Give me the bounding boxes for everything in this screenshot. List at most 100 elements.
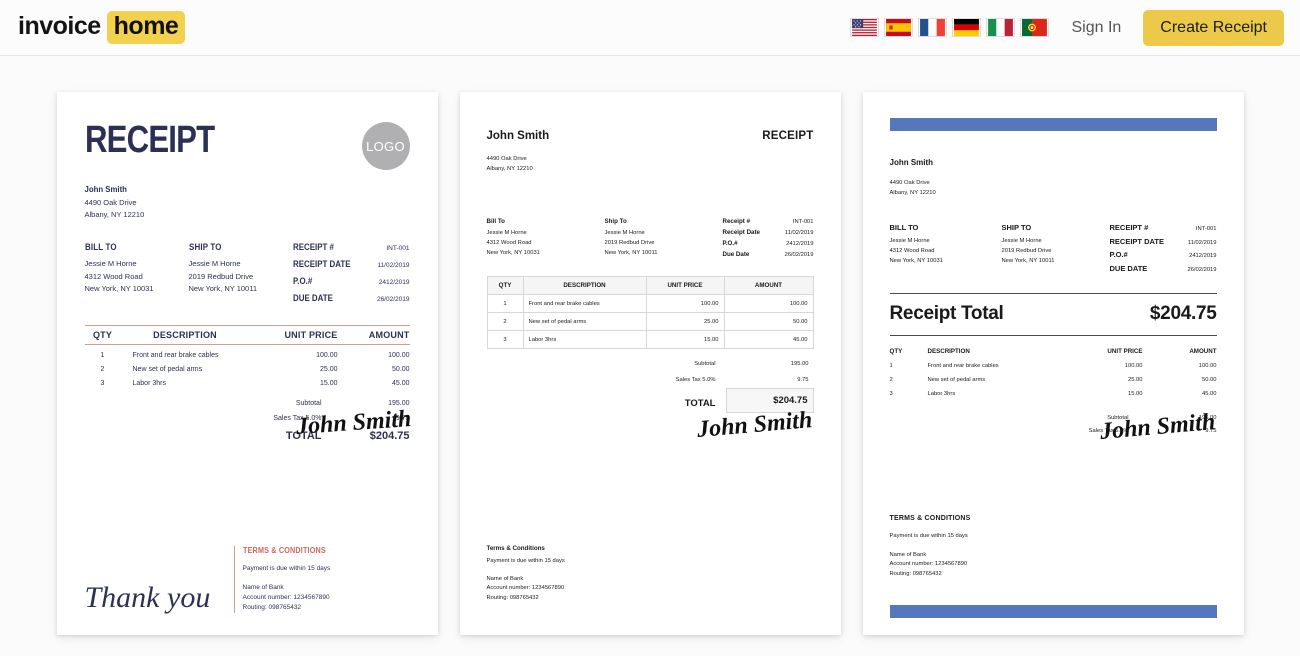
receipt-date-value: 11/02/2019 [784,230,814,237]
cell-qty: 2 [100,366,105,374]
header-description: DESCRIPTION [927,348,970,356]
cell-unit-price: 15.00 [1127,391,1143,398]
cell-unit-price: 25.00 [646,313,725,332]
table-row: 2 New set of pedal arms 25.00 50.00 [487,313,813,332]
meta-row-receipt-number: Receipt # INT-001 [723,218,814,225]
cell-description: New set of pedal arms [927,377,986,384]
bill-to-block: BILL TO Jessie M Horne 4312 Wood Road Ne… [85,240,189,308]
sign-in-link[interactable]: Sign In [1071,19,1121,37]
cell-amount: 45.00 [1201,391,1217,398]
cell-amount: 100.00 [724,295,813,314]
cell-qty: 1 [487,295,524,314]
cell-description: Front and rear brake cables [927,363,999,370]
cell-description: Labor 3hrs [927,391,956,398]
table-row: 1 Front and rear brake cables 100.00 100… [487,295,813,314]
header-description: DESCRIPTION [153,330,217,341]
bill-to-address-2: New York, NY 10031 [84,283,154,293]
template-gallery: RECEIPT LOGO John Smith 4490 Oak Drive A… [0,56,1300,635]
bill-to-address-1: 4312 Wood Road [486,240,532,247]
cell-unit-price: 15.00 [319,380,338,388]
terms-payment-note: Payment is due within 15 days [486,558,565,565]
receipt-meta-block: RECEIPT # INT-001 RECEIPT DATE 11/02/201… [1110,223,1217,277]
receipt-number-value: INT-001 [386,244,410,252]
tax-row: Sales Tax 5.0% 9.75 [487,372,814,388]
meta-row-receipt-date: RECEIPT DATE 11/02/2019 [1110,237,1217,246]
header-qty: QTY [889,348,903,356]
receipt-number-label: Receipt # [722,218,751,226]
table-row: 3 Labor 3hrs 15.00 45.00 [487,331,813,350]
flag-germany-icon[interactable] [952,18,982,37]
cell-description: Front and rear brake cables [523,295,647,314]
cell-unit-price: 25.00 [319,366,338,374]
receipt-template-card-1[interactable]: RECEIPT LOGO John Smith 4490 Oak Drive A… [56,92,438,635]
subtotal-row: Subtotal 195.00 [85,400,410,407]
cell-qty: 1 [889,363,893,370]
due-date-value: 26/02/2019 [1187,266,1217,273]
table-header-row: QTY DESCRIPTION UNIT PRICE AMOUNT [487,277,813,296]
language-flag-list [850,18,1050,37]
header-unit-price: UNIT PRICE [1107,348,1143,356]
flag-portugal-icon[interactable] [1020,18,1050,37]
flag-italy-icon[interactable] [986,18,1016,37]
receipt-number-value: INT-001 [1195,226,1217,233]
meta-row-receipt-date: Receipt Date 11/02/2019 [723,229,814,236]
due-date-value: 26/02/2019 [376,296,410,304]
meta-row-receipt-number: RECEIPT # INT-001 [1110,223,1217,232]
cell-qty: 1 [100,352,105,360]
create-receipt-button[interactable]: Create Receipt [1143,9,1284,46]
bill-to-name: Jessie M Horne [889,238,930,245]
meta-row-due-date: DUE DATE 26/02/2019 [293,291,410,306]
flag-france-icon[interactable] [918,18,948,37]
bill-to-name: Jessie M Horne [486,230,527,237]
cell-amount: 50.00 [391,366,410,374]
terms-payment-note: Payment is due within 15 days [889,533,968,540]
table-row: 2 New set of pedal arms 25.00 50.00 [890,377,1217,383]
sender-address-2: Albany, NY 12210 [889,190,936,197]
terms-heading: TERMS & CONDITIONS [889,515,971,523]
meta-row-po-number: P.O.# 2412/2019 [1110,250,1217,259]
sender-name: John Smith [84,185,127,194]
table-row: 1 Front and rear brake cables 100.00 100… [85,345,410,359]
sender-address-2: Albany, NY 12210 [84,209,145,219]
template2-line-items-table: QTY DESCRIPTION UNIT PRICE AMOUNT 1 Fron… [486,276,814,350]
po-number-value: 2412/2019 [786,241,814,248]
tax-value: 9.75 [797,377,809,384]
cell-unit-price: 25.00 [1127,377,1143,384]
cell-qty: 2 [889,377,893,384]
header-actions: Sign In Create Receipt [850,9,1284,46]
terms-payment-note: Payment is due within 15 days [242,564,331,572]
receipt-number-label: RECEIPT # [292,241,334,252]
header-amount: AMOUNT [368,330,410,341]
receipt-total-value: $204.75 [1149,303,1217,325]
meta-row-receipt-date: RECEIPT DATE 11/02/2019 [293,257,410,272]
receipt-template-card-2[interactable]: John Smith RECEIPT 4490 Oak Drive Albany… [459,92,841,635]
template3-sender-address: 4490 Oak Drive Albany, NY 12210 [890,178,1217,198]
site-logo[interactable]: invoice home [18,11,186,44]
meta-row-due-date: Due Date 26/02/2019 [723,251,814,258]
cell-unit-price: 100.00 [646,295,725,314]
tax-label: Sales Tax 5.0% [675,377,716,384]
receipt-number-value: INT-001 [792,219,814,226]
receipt-template-card-3[interactable]: John Smith 4490 Oak Drive Albany, NY 122… [862,92,1244,635]
template2-footer: Terms & Conditions Payment is due within… [487,545,565,603]
po-number-label: P.O.# [722,240,738,248]
header-qty: QTY [92,330,113,341]
flag-spain-icon[interactable] [884,18,914,37]
bill-to-address-2: New York, NY 10031 [486,250,540,257]
template2-sender-address: 4490 Oak Drive Albany, NY 12210 [487,154,814,174]
header-amount: AMOUNT [724,277,813,296]
due-date-label: Due Date [722,251,750,259]
template1-header: RECEIPT LOGO [85,121,410,170]
subtotal-value: 195.00 [790,361,809,368]
template2-title: RECEIPT [762,130,814,142]
site-header: invoice home Sign In Create Receipt [0,0,1300,56]
receipt-number-label: RECEIPT # [1109,223,1149,233]
po-number-label: P.O.# [292,276,312,287]
cell-description: Labor 3hrs [132,380,166,388]
ship-to-name: Jessie M Horne [604,230,645,237]
flag-usa-icon[interactable] [850,18,880,37]
bill-to-heading: Bill To [486,218,505,226]
terms-block: TERMS & CONDITIONS Payment is due within… [233,545,410,613]
cell-amount: 50.00 [1201,377,1217,384]
table-row: 2 New set of pedal arms 25.00 50.00 [85,359,410,373]
